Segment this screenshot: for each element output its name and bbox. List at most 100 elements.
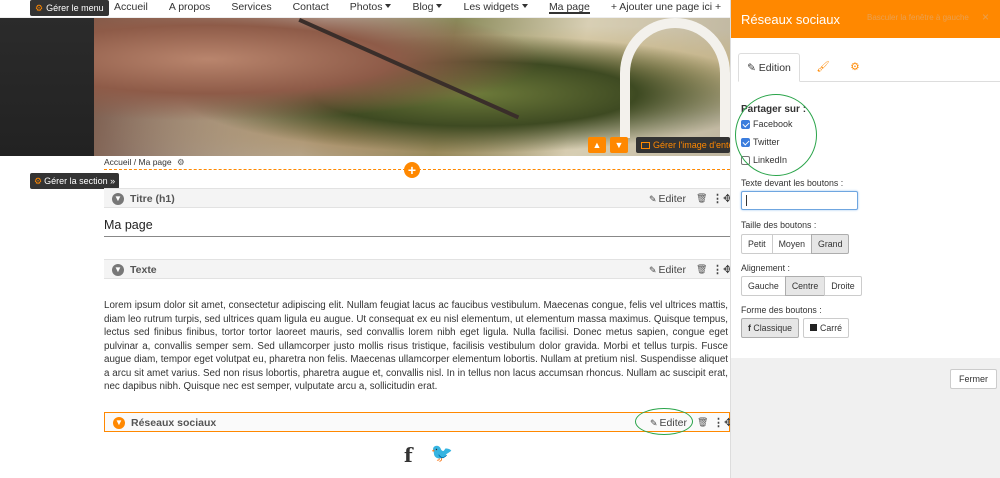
header-banner <box>0 18 730 156</box>
nav-item-les-widgets[interactable]: Les widgets <box>463 0 528 14</box>
breadcrumb-separator: / <box>133 157 137 167</box>
align-droite-button[interactable]: Droite <box>824 276 862 296</box>
trash-icon[interactable]: 🗑 <box>696 193 707 204</box>
nav-item-label: Les widgets <box>463 1 519 13</box>
nav-item-label: Photos <box>349 1 383 13</box>
size-moyen-button[interactable]: Moyen <box>771 234 813 254</box>
twitter-icon[interactable]: 🐦 <box>431 443 453 467</box>
nav-item-label: Contact <box>292 1 329 13</box>
painting-arch-graphic <box>620 18 730 138</box>
social-share-buttons: f 🐦 <box>404 443 453 467</box>
arrow-down-icon: ▼ <box>614 140 624 150</box>
tab-edition[interactable]: ✎ Edition <box>738 53 800 82</box>
breadcrumb-home[interactable]: Accueil <box>104 157 131 167</box>
panel-header: Réseaux sociaux Basculer la fenêtre à ga… <box>731 0 1000 38</box>
manage-header-label: Gérer l'image d'entête <box>653 140 730 150</box>
gear-icon: ⚙ <box>35 3 44 13</box>
shape-label: Carré <box>820 323 843 333</box>
gear-icon[interactable]: ⚙ <box>177 157 185 167</box>
nav-item-label: Blog <box>412 1 434 13</box>
button-size-group: Petit Moyen Grand <box>741 234 850 254</box>
button-shape-label: Forme des boutons : <box>741 305 822 315</box>
alignment-label: Alignement : <box>741 263 790 273</box>
move-down-button[interactable]: ▼ <box>610 137 628 153</box>
nav-item-accueil[interactable]: Accueil <box>114 0 148 14</box>
block-title: Titre (h1) <box>130 193 175 205</box>
chevron-right-icon: » <box>107 176 116 186</box>
button-size-label: Taille des boutons : <box>741 220 817 230</box>
more-options-icon[interactable]: ⋮ <box>712 192 723 205</box>
move-up-button[interactable]: ▲ <box>588 137 606 153</box>
edit-icon: ✎ <box>649 265 657 275</box>
manage-header-image-button[interactable]: Gérer l'image d'entête <box>636 137 730 153</box>
nav-item-contact[interactable]: Contact <box>293 0 329 14</box>
nav-item-ma-page[interactable]: Ma page <box>548 0 590 14</box>
panel-body: ✎ Edition 🖌 ⚙ Partager sur : Facebook Tw… <box>731 38 1000 358</box>
caret-down-icon <box>521 4 528 8</box>
nav-item-blog[interactable]: Blog <box>412 0 443 14</box>
align-gauche-button[interactable]: Gauche <box>741 276 786 296</box>
edit-button[interactable]: ✎ Editer <box>649 264 686 276</box>
plus-icon: + <box>407 162 417 178</box>
panel-title: Réseaux sociaux <box>741 12 840 27</box>
nav-menu: Accueil A propos Services Contact Photos… <box>114 0 742 14</box>
align-centre-button[interactable]: Centre <box>784 276 826 296</box>
trash-icon[interactable]: 🗑 <box>696 264 707 275</box>
size-grand-button[interactable]: Grand <box>811 234 850 254</box>
gear-icon: ⚙ <box>34 176 43 186</box>
nav-item-add-page[interactable]: + Ajouter une page ici + <box>611 0 721 14</box>
button-shape-group: f Classique Carré <box>741 318 853 338</box>
close-icon[interactable]: × <box>982 10 989 24</box>
panel-tabs: ✎ Edition 🖌 ⚙ <box>738 53 1000 82</box>
manage-section-label: Gérer la section <box>44 176 108 186</box>
shape-label: Classique <box>753 323 793 333</box>
tab-label: Edition <box>758 62 791 74</box>
brush-icon: 🖌 <box>816 61 830 73</box>
nav-item-label: Accueil <box>114 1 148 13</box>
edit-button[interactable]: ✎ Editer <box>649 193 686 205</box>
size-petit-button[interactable]: Petit <box>741 234 773 254</box>
nav-item-services[interactable]: Services <box>231 0 271 14</box>
shape-carre-button[interactable]: Carré <box>803 318 850 338</box>
collapse-icon[interactable]: ▼ <box>112 264 124 276</box>
more-options-icon[interactable]: ⋮ <box>713 416 724 429</box>
text-before-input[interactable] <box>741 191 858 210</box>
nav-item-label: A propos <box>168 1 211 13</box>
page-heading: Ma page <box>104 218 153 232</box>
nav-item-photos[interactable]: Photos <box>350 0 392 14</box>
manage-section-button[interactable]: ⚙ Gérer la section » <box>30 173 120 189</box>
manage-menu-label: Gérer le menu <box>46 3 104 13</box>
gear-icon: ⚙ <box>850 61 860 73</box>
block-header-title: ▼ Titre (h1) ✎ Editer 🗑 ⋮ ✥ <box>104 188 732 208</box>
tab-style[interactable]: 🖌 <box>812 53 834 82</box>
add-section-button[interactable]: + <box>404 162 420 178</box>
block-title: Réseaux sociaux <box>131 417 217 429</box>
heading-rule <box>104 236 730 237</box>
block-header-text: ▼ Texte ✎ Editer 🗑 ⋮ ✥ <box>104 259 732 279</box>
text-before-label: Texte devant les boutons : <box>741 178 844 188</box>
breadcrumb: Accueil / Ma page ⚙ <box>104 157 185 167</box>
manage-menu-button[interactable]: ⚙ Gérer le menu <box>30 0 109 16</box>
banner-dark-margin <box>0 18 94 156</box>
collapse-icon[interactable]: ▼ <box>113 417 125 429</box>
tab-settings[interactable]: ⚙ <box>844 53 866 82</box>
block-title: Texte <box>130 264 157 276</box>
facebook-icon[interactable]: f <box>404 443 413 467</box>
edit-label: Editer <box>658 264 686 276</box>
nav-item-label: Services <box>231 1 272 13</box>
square-icon <box>810 324 818 331</box>
shape-classique-button[interactable]: f Classique <box>741 318 800 338</box>
alignment-group: Gauche Centre Droite <box>741 276 862 296</box>
more-options-icon[interactable]: ⋮ <box>712 263 723 276</box>
trash-icon[interactable]: 🗑 <box>697 417 708 428</box>
text-block-content: Lorem ipsum dolor sit amet, consectetur … <box>104 300 728 392</box>
settings-panel: Réseaux sociaux Basculer la fenêtre à ga… <box>730 0 1000 478</box>
close-button[interactable]: Fermer <box>950 369 997 389</box>
edit-icon: ✎ <box>649 194 657 204</box>
nav-item-a-propos[interactable]: A propos <box>169 0 210 14</box>
caret-down-icon <box>436 4 443 8</box>
text-caret <box>746 195 747 206</box>
dock-left-link[interactable]: Basculer la fenêtre à gauche <box>867 13 969 22</box>
nav-item-label: + Ajouter une page ici + <box>610 1 722 13</box>
collapse-icon[interactable]: ▼ <box>112 193 124 205</box>
